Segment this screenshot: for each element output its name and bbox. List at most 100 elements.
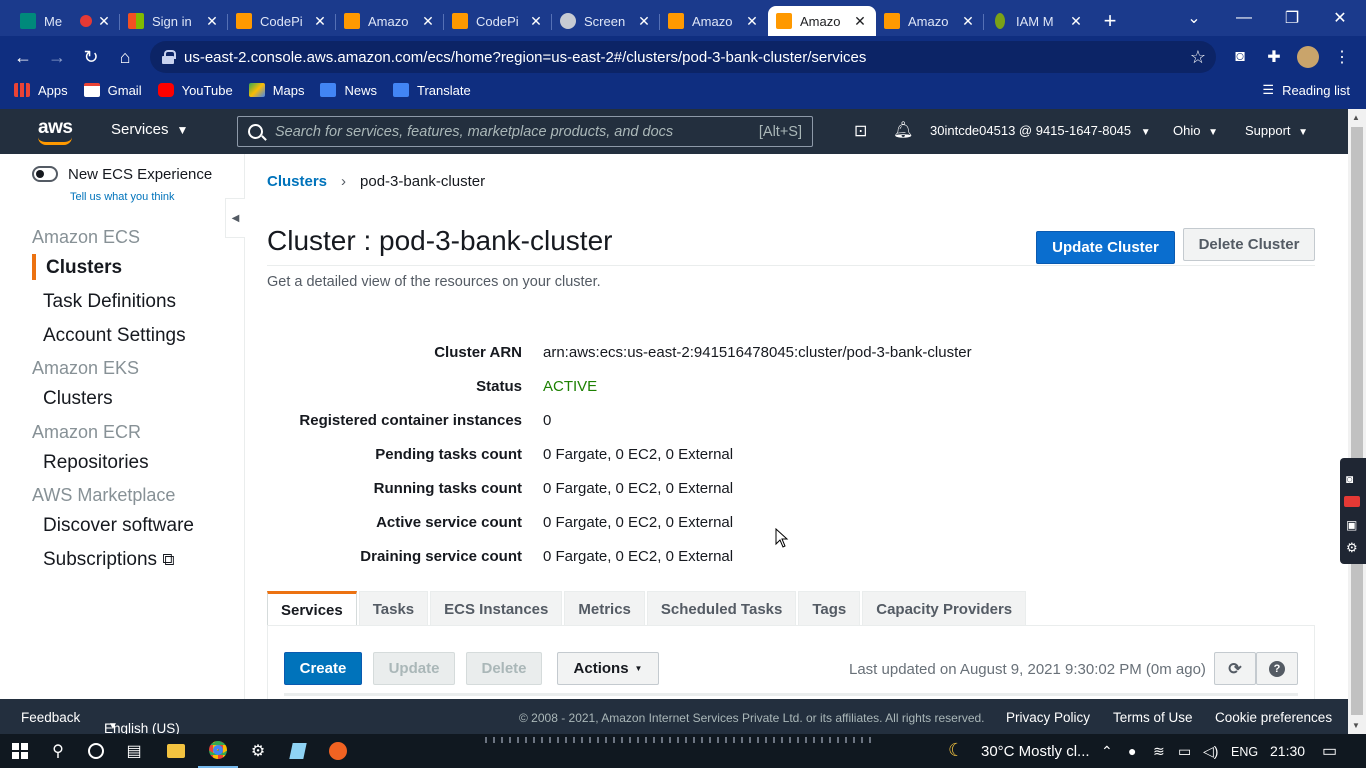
- tab-search-icon[interactable]: ⌄: [1170, 0, 1218, 36]
- settings-app-icon[interactable]: ⚙: [238, 734, 278, 768]
- page-scrollbar[interactable]: ▲ ▼: [1348, 109, 1366, 734]
- feedback-button[interactable]: Feedback: [21, 710, 80, 725]
- update-button[interactable]: Update: [373, 652, 455, 685]
- menu-icon[interactable]: ⋮: [1326, 41, 1358, 73]
- clock[interactable]: 21:30: [1270, 743, 1305, 759]
- task-view-icon[interactable]: ▤: [114, 734, 154, 768]
- delete-cluster-button[interactable]: Delete Cluster: [1183, 228, 1315, 261]
- bell-icon[interactable]: 🔔︎: [893, 120, 913, 140]
- volume-icon[interactable]: ◁): [1203, 743, 1218, 760]
- tab-capacity-providers[interactable]: Capacity Providers: [862, 591, 1027, 626]
- create-button[interactable]: Create: [284, 652, 362, 685]
- sidebar-item-task-definitions[interactable]: Task Definitions: [43, 291, 176, 313]
- home-icon[interactable]: ⌂: [108, 40, 142, 74]
- close-icon[interactable]: ✕: [852, 13, 868, 30]
- sidebar-item-discover-software[interactable]: Discover software: [43, 515, 194, 537]
- browser-tab[interactable]: Amazo ✕: [660, 6, 768, 36]
- bookmark-youtube[interactable]: YouTube: [157, 83, 233, 98]
- sidebar-item-subscriptions[interactable]: Subscriptions ⧉: [43, 549, 174, 571]
- aws-logo[interactable]: aws: [38, 117, 78, 147]
- scroll-down-icon[interactable]: ▼: [1352, 721, 1360, 730]
- cloudshell-icon[interactable]: ⊡: [854, 121, 867, 141]
- terms-of-use-link[interactable]: Terms of Use: [1113, 710, 1193, 725]
- weather-widget[interactable]: 30°C Mostly cl...: [981, 743, 1090, 760]
- close-icon[interactable]: ✕: [204, 13, 220, 30]
- sidebar-section-eks[interactable]: Amazon EKS: [32, 358, 139, 379]
- update-cluster-button[interactable]: Update Cluster: [1036, 231, 1175, 264]
- sidebar-item-repositories[interactable]: Repositories: [43, 452, 149, 474]
- bookmark-star-icon[interactable]: ☆: [1190, 47, 1206, 68]
- gallery-icon[interactable]: ▣: [1346, 518, 1357, 532]
- search-icon[interactable]: ⚲: [38, 734, 78, 768]
- pinned-app-icon[interactable]: [318, 734, 358, 768]
- chevron-up-icon[interactable]: ⌃: [1101, 743, 1113, 760]
- sidebar-item-account-settings[interactable]: Account Settings: [43, 325, 186, 347]
- cookie-preferences-link[interactable]: Cookie preferences: [1215, 710, 1332, 725]
- browser-tab[interactable]: Screen ✕: [552, 6, 660, 36]
- new-tab-button[interactable]: +: [1092, 6, 1128, 36]
- sidebar-item-eks-clusters[interactable]: Clusters: [43, 388, 113, 410]
- feedback-link[interactable]: Tell us what you think: [70, 191, 175, 203]
- notepad-app-icon[interactable]: [278, 734, 318, 768]
- browser-tab[interactable]: IAM M ✕: [984, 6, 1092, 36]
- sidebar-section-ecs[interactable]: Amazon ECS: [32, 227, 140, 248]
- bookmark-gmail[interactable]: Gmail: [83, 83, 142, 98]
- close-icon[interactable]: ✕: [744, 13, 760, 30]
- tab-tags[interactable]: Tags: [798, 591, 861, 626]
- extensions-icon[interactable]: ✚: [1258, 41, 1290, 73]
- tab-scheduled-tasks[interactable]: Scheduled Tasks: [646, 591, 797, 626]
- scrollbar-thumb[interactable]: [1351, 127, 1363, 715]
- support-menu[interactable]: Support ▼: [1245, 123, 1308, 138]
- forward-icon[interactable]: →: [40, 40, 74, 74]
- browser-tab[interactable]: Amazo ✕: [876, 6, 984, 36]
- video-icon[interactable]: [1344, 496, 1360, 507]
- sidebar-section-marketplace[interactable]: AWS Marketplace: [32, 485, 175, 506]
- bookmark-maps[interactable]: Maps: [248, 83, 304, 98]
- account-menu[interactable]: 30intcde04513 @ 9415-1647-8045 ▼: [930, 123, 1151, 138]
- tab-ecs-instances[interactable]: ECS Instances: [430, 591, 563, 626]
- actions-dropdown[interactable]: Actions ▼: [557, 652, 659, 685]
- input-language[interactable]: ENG: [1231, 745, 1258, 759]
- bookmark-news[interactable]: News: [320, 83, 377, 98]
- wifi-icon[interactable]: ≋: [1153, 743, 1165, 760]
- sidebar-section-ecr[interactable]: Amazon ECR: [32, 422, 141, 443]
- browser-tab[interactable]: Amazo ✕: [336, 6, 444, 36]
- tab-tasks[interactable]: Tasks: [358, 591, 429, 626]
- back-icon[interactable]: ←: [6, 40, 40, 74]
- browser-tab-active[interactable]: Amazo ✕: [768, 6, 876, 36]
- breadcrumb-clusters-link[interactable]: Clusters: [267, 173, 327, 190]
- sidebar-item-clusters[interactable]: Clusters: [46, 257, 122, 279]
- gear-icon[interactable]: ⚙: [1346, 540, 1358, 556]
- close-icon[interactable]: ✕: [96, 13, 112, 30]
- file-explorer-icon[interactable]: [156, 734, 196, 768]
- bookmark-apps[interactable]: Apps: [14, 83, 68, 98]
- camera-extension-icon[interactable]: ◙: [1224, 41, 1256, 73]
- new-ecs-toggle[interactable]: [32, 166, 58, 182]
- services-menu[interactable]: Services ▼: [111, 121, 188, 138]
- tab-services[interactable]: Services: [267, 591, 357, 626]
- scroll-up-icon[interactable]: ▲: [1352, 113, 1360, 122]
- notifications-icon[interactable]: ▭: [1322, 741, 1337, 761]
- help-icon[interactable]: ?: [1256, 652, 1298, 685]
- region-menu[interactable]: Ohio ▼: [1173, 123, 1218, 138]
- reading-list[interactable]: ☰ Reading list: [1262, 78, 1350, 102]
- browser-tab[interactable]: Me ✕: [12, 6, 120, 36]
- camera-icon[interactable]: ◙: [1346, 472, 1353, 486]
- browser-tab[interactable]: CodePi ✕: [444, 6, 552, 36]
- url-field[interactable]: us-east-2.console.aws.amazon.com/ecs/hom…: [150, 41, 1216, 73]
- restore-icon[interactable]: ❐: [1268, 0, 1316, 36]
- bookmark-translate[interactable]: Translate: [393, 83, 471, 98]
- reload-icon[interactable]: ↻: [74, 40, 108, 74]
- close-icon[interactable]: ✕: [960, 13, 976, 30]
- window-close-icon[interactable]: ✕: [1316, 0, 1364, 36]
- browser-tab[interactable]: CodePi ✕: [228, 6, 336, 36]
- windows-start-icon[interactable]: [0, 734, 40, 768]
- privacy-policy-link[interactable]: Privacy Policy: [1006, 710, 1090, 725]
- close-icon[interactable]: ✕: [312, 13, 328, 30]
- close-icon[interactable]: ✕: [420, 13, 436, 30]
- close-icon[interactable]: ✕: [636, 13, 652, 30]
- browser-tab[interactable]: Sign in ✕: [120, 6, 228, 36]
- tab-metrics[interactable]: Metrics: [564, 591, 645, 626]
- avatar[interactable]: [1292, 41, 1324, 73]
- minimize-icon[interactable]: —: [1220, 0, 1268, 36]
